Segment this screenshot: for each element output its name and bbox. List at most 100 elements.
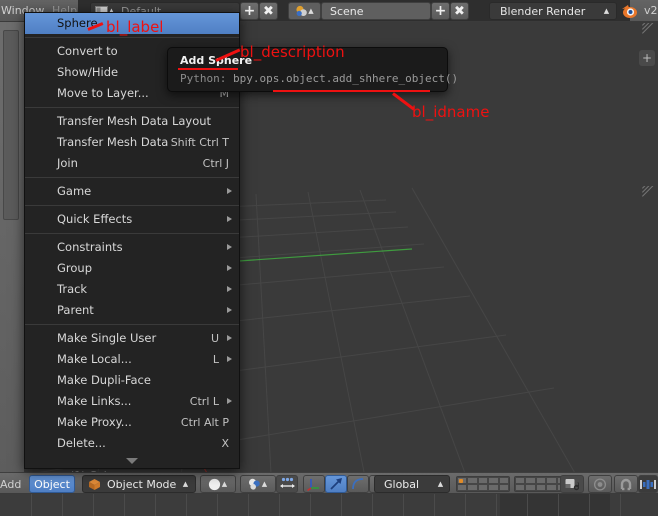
timeline-tick xyxy=(248,494,249,516)
annotation-tooltip-title-underline xyxy=(178,68,238,70)
scene-selector[interactable]: ▲ xyxy=(288,2,321,20)
layer-cell[interactable] xyxy=(488,484,499,491)
layer-cell[interactable] xyxy=(546,484,557,491)
layer-cell[interactable] xyxy=(546,477,557,484)
menu-item[interactable]: Make Links... Ctrl L xyxy=(25,391,239,412)
chevron-right-icon xyxy=(227,265,232,271)
plus-icon: + xyxy=(243,3,256,19)
scene-name-field[interactable]: Scene xyxy=(321,2,431,20)
timeline-strip[interactable] xyxy=(0,494,658,516)
menu-item[interactable]: Game xyxy=(25,181,239,202)
layer-cell[interactable] xyxy=(515,477,526,484)
layer-cell[interactable] xyxy=(515,484,526,491)
lock-icon xyxy=(565,478,579,491)
timeline-tick xyxy=(465,494,466,516)
layer-cell[interactable] xyxy=(498,484,509,491)
magnet-icon xyxy=(619,478,633,491)
timeline-tick xyxy=(589,494,590,516)
menu-item-label: Make Local... xyxy=(57,352,132,366)
manipulator-translate-button[interactable] xyxy=(325,475,347,493)
tooltip-python-line: Python: bpy.ops.object.add_shhere_object… xyxy=(180,72,458,85)
manipulator-toggle[interactable] xyxy=(303,475,325,493)
new-scene-button[interactable]: + xyxy=(431,2,450,20)
menu-item[interactable]: Group xyxy=(25,258,239,279)
menu-item[interactable]: Make Single User U xyxy=(25,328,239,349)
viewport-shading-spinner[interactable]: ▲ xyxy=(221,480,228,488)
render-engine-selector[interactable]: Blender Render ▲ xyxy=(489,2,617,20)
proportional-edit-button[interactable] xyxy=(588,475,612,493)
viewport-corner-grip-mid-right[interactable] xyxy=(642,186,656,200)
menu-item-shortcut: Ctrl Alt P xyxy=(180,416,229,429)
menu-item[interactable]: Make Proxy... Ctrl Alt P xyxy=(25,412,239,433)
viewport-corner-grip-top-right[interactable] xyxy=(642,23,656,37)
menu-separator xyxy=(25,233,239,234)
menu-item-label: Delete... xyxy=(57,436,106,450)
menu-item[interactable]: Join Ctrl J xyxy=(25,153,239,174)
delete-screen-layout-button[interactable]: ✖ xyxy=(259,2,278,20)
render-engine-spinner[interactable]: ▲ xyxy=(603,7,610,15)
manipulator-rotate-button[interactable] xyxy=(347,475,369,493)
scene-render-selector[interactable]: ▲ xyxy=(240,475,276,493)
transform-orientation-selector[interactable]: Global ▲ xyxy=(374,475,450,493)
scene-layers-group-1[interactable] xyxy=(456,476,510,492)
layer-cell[interactable] xyxy=(498,477,509,484)
pivot-point-selector[interactable] xyxy=(276,475,298,493)
annotation-python-call-underline xyxy=(273,90,430,92)
interaction-mode-selector[interactable]: Object Mode ▲ xyxy=(82,475,196,493)
layer-cell[interactable] xyxy=(525,484,536,491)
menu-item[interactable]: Make Dupli-Face xyxy=(25,370,239,391)
layer-cell[interactable] xyxy=(535,484,547,491)
scene-selector-spinner[interactable]: ▲ xyxy=(308,7,315,15)
delete-scene-button[interactable]: ✖ xyxy=(450,2,469,20)
layer-cell[interactable] xyxy=(457,477,468,484)
interaction-mode-spinner[interactable]: ▲ xyxy=(182,480,189,488)
annotation-bl-label: bl_label xyxy=(106,18,164,36)
menu-scroll-down[interactable] xyxy=(25,454,239,468)
bone-render-icon xyxy=(640,479,656,490)
menu-item[interactable]: Constraints xyxy=(25,237,239,258)
chevron-down-icon xyxy=(126,458,138,464)
plus-icon: + xyxy=(434,3,447,19)
menu-item[interactable]: Parent xyxy=(25,300,239,321)
layer-cell[interactable] xyxy=(477,484,489,491)
layer-cell[interactable] xyxy=(535,477,547,484)
menu-item[interactable]: Delete... X xyxy=(25,433,239,454)
menu-separator xyxy=(25,37,239,38)
menu-item-label: Show/Hide xyxy=(57,65,119,79)
menu-item[interactable]: Transfer Mesh Data Shift Ctrl T xyxy=(25,132,239,153)
viewport-add-panel-button[interactable]: + xyxy=(639,50,655,66)
layer-cell[interactable] xyxy=(467,484,478,491)
layer-cell[interactable] xyxy=(477,477,489,484)
transform-orientation-value: Global xyxy=(384,477,420,491)
menu-item-label: Quick Effects xyxy=(57,212,133,226)
blender-version-label: v2 xyxy=(644,4,658,17)
menu-item-label: Track xyxy=(57,282,88,296)
transform-orientation-spinner[interactable]: ▲ xyxy=(437,480,444,488)
viewport-shading-selector[interactable]: ▲ xyxy=(200,475,236,493)
menu-item[interactable]: Make Local... L xyxy=(25,349,239,370)
timeline-tick xyxy=(31,494,32,516)
scene-name-value: Scene xyxy=(330,4,364,18)
pivot-center-icon xyxy=(279,477,295,491)
menu-item[interactable]: Transfer Mesh Data Layout xyxy=(25,111,239,132)
chevron-right-icon xyxy=(227,216,232,222)
layer-cell[interactable] xyxy=(457,484,468,491)
x-icon: ✖ xyxy=(454,3,465,19)
layer-cell[interactable] xyxy=(467,477,478,484)
translate-arrow-icon xyxy=(329,477,343,491)
layer-cell[interactable] xyxy=(488,477,499,484)
menu-item[interactable]: Quick Effects xyxy=(25,209,239,230)
menu-object[interactable]: Object xyxy=(29,475,75,493)
menu-item-shortcut: Ctrl L xyxy=(189,395,219,408)
left-panel-field[interactable] xyxy=(3,30,19,220)
lock-object-modes-button[interactable] xyxy=(560,475,584,493)
menu-item-label: Make Single User xyxy=(57,331,157,345)
menu-item[interactable]: Track xyxy=(25,279,239,300)
layer-cell[interactable] xyxy=(525,477,536,484)
timeline-tick xyxy=(217,494,218,516)
scene-render-spinner[interactable]: ▲ xyxy=(261,480,268,488)
snap-button[interactable] xyxy=(614,475,638,493)
bone-render-button[interactable] xyxy=(638,475,658,493)
add-screen-layout-button[interactable]: + xyxy=(240,2,259,20)
menu-add[interactable]: Add xyxy=(0,478,21,491)
